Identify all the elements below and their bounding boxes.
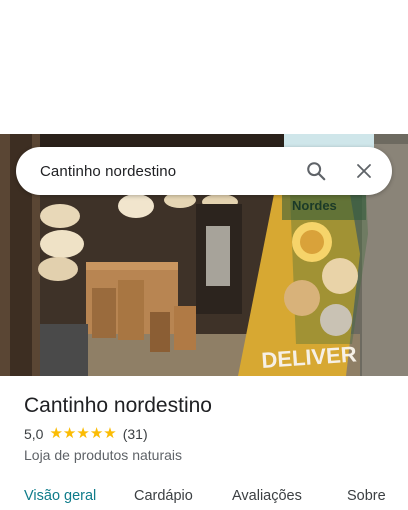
search-icon (307, 162, 326, 181)
rating-stars: ★ ★ ★ ★ ★ (49, 426, 116, 442)
banner-sign-text: Nordes (292, 198, 337, 213)
star-icon: ★ (89, 425, 104, 442)
place-title: Cantinho nordestino (24, 394, 212, 417)
search-button[interactable] (292, 147, 340, 195)
review-count-link[interactable]: (31) (123, 426, 148, 442)
star-icon: ★ (76, 425, 90, 442)
tab-menu[interactable]: Cardápio (134, 488, 193, 504)
rating-value: 5,0 (24, 426, 44, 442)
tab-about[interactable]: Sobre (347, 488, 386, 504)
rating-row[interactable]: 5,0 ★ ★ ★ ★ ★ (31) (24, 426, 392, 443)
star-icon: ★ (103, 425, 117, 442)
place-tabs: Visão geral Cardápio Avaliações Sobre (0, 482, 408, 510)
tab-reviews[interactable]: Avaliações (232, 488, 302, 504)
place-info: Cantinho nordestino 5,0 ★ ★ ★ ★ ★ (31) L… (24, 392, 392, 463)
search-bar[interactable]: Cantinho nordestino (16, 147, 392, 195)
star-icon: ★ (62, 425, 77, 442)
close-icon (357, 164, 371, 178)
place-category: Loja de produtos naturais (24, 447, 182, 463)
star-icon: ★ (49, 425, 63, 442)
close-button[interactable] (340, 147, 388, 195)
search-input[interactable]: Cantinho nordestino (16, 163, 292, 180)
tab-overview[interactable]: Visão geral (24, 488, 96, 504)
